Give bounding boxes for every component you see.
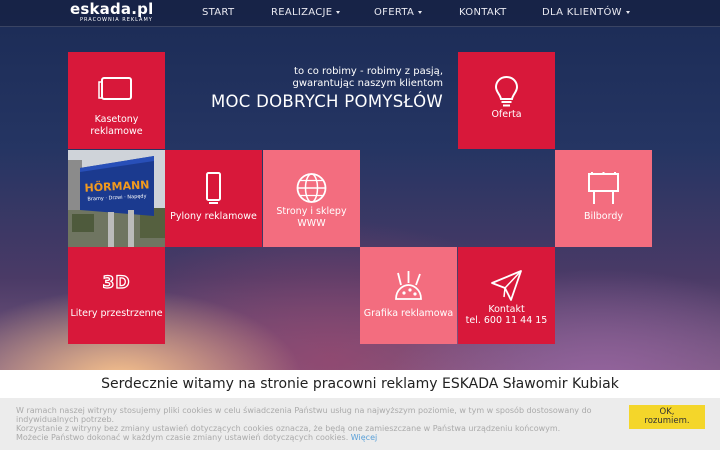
tile-litery-label: Litery przestrzenne (70, 308, 163, 319)
nav-dla-klientow[interactable]: DLA KLIENTÓW (542, 0, 630, 26)
globe-icon (296, 173, 327, 203)
tile-bilbordy[interactable]: Bilbordy (555, 150, 652, 247)
cookie-text: W ramach naszej witryny stosujemy pliki … (16, 406, 616, 442)
hero-banner: eskada.pl PRACOWNIA REKLAMY START REALIZ… (0, 0, 720, 370)
nav-realizacje[interactable]: REALIZACJE (271, 0, 341, 26)
graphic-design-icon (395, 271, 422, 300)
tagline-line-1: to co robimy - robimy z pasją, (294, 66, 443, 77)
cookie-accept-line-2: rozumiem. (644, 416, 690, 426)
site-logo[interactable]: eskada.pl PRACOWNIA REKLAMY (70, 0, 154, 24)
tile-litery[interactable]: 3D Litery przestrzenne (68, 247, 165, 344)
tile-kasetony-label: Kasetony reklamowe (90, 114, 143, 137)
cookie-line-1: W ramach naszej witryny stosujemy pliki … (16, 406, 592, 424)
cookie-more-link[interactable]: Więcej (351, 433, 377, 442)
tile-strony[interactable]: Strony i sklepy WWW (263, 150, 360, 247)
caret-down-icon (625, 10, 630, 14)
welcome-heading: Serdecznie witamy na stronie pracowni re… (0, 370, 720, 400)
tile-pylony-label: Pylony reklamowe (170, 211, 257, 222)
nav-dla-klientow-label: DLA KLIENTÓW (542, 7, 622, 18)
pylon-icon (206, 172, 221, 204)
tile-strony-label: Strony i sklepy WWW (276, 206, 347, 229)
cookie-line-3: Możecie Państwo dokonać w każdym czasie … (16, 433, 349, 442)
tile-oferta[interactable]: Oferta (458, 52, 555, 149)
hero-tagline: to co robimy - robimy z pasją, gwarantuj… (200, 66, 443, 90)
nav-kontakt-label: KONTAKT (459, 7, 507, 18)
logo-text: eskada.pl (70, 0, 154, 18)
lightbox-icon (98, 77, 132, 100)
tagline-line-2: gwarantując naszym klientom (292, 78, 443, 89)
caret-down-icon (418, 10, 423, 14)
cookie-banner: W ramach naszej witryny stosujemy pliki … (0, 398, 720, 450)
3d-letters-icon: 3D (102, 272, 131, 293)
top-navbar: eskada.pl PRACOWNIA REKLAMY START REALIZ… (0, 0, 720, 27)
billboard-icon (588, 172, 619, 204)
tile-kontakt[interactable]: Kontakt tel. 600 11 44 15 (458, 247, 555, 344)
cookie-line-2: Korzystanie z witryny bez zmiany ustawie… (16, 424, 561, 433)
tile-kasetony[interactable]: Kasetony reklamowe (68, 52, 165, 149)
tile-oferta-label: Oferta (491, 109, 522, 120)
tile-bilbordy-label: Bilbordy (583, 211, 624, 222)
paper-plane-icon (491, 270, 522, 301)
tile-kontakt-phone: tel. 600 11 44 15 (465, 315, 548, 326)
logo-subtitle: PRACOWNIA REKLAMY (80, 17, 153, 23)
hero-headline: MOC DOBRYCH POMYSŁÓW (210, 92, 443, 111)
cookie-accept-button[interactable]: OK, rozumiem. (629, 405, 705, 429)
nav-oferta[interactable]: OFERTA (374, 0, 423, 26)
nav-start-label: START (202, 7, 235, 18)
tile-grafika[interactable]: Grafika reklamowa (360, 247, 457, 344)
lightbulb-icon (494, 75, 519, 107)
nav-realizacje-label: REALIZACJE (271, 7, 333, 18)
caret-down-icon (336, 10, 341, 14)
pylon-photo: HÖRMANN Bramy · Drzwi · Napędy (68, 150, 165, 247)
nav-start[interactable]: START (202, 0, 234, 26)
nav-kontakt[interactable]: KONTAKT (459, 0, 507, 26)
nav-oferta-label: OFERTA (374, 7, 415, 18)
tile-pylony[interactable]: Pylony reklamowe (165, 150, 262, 247)
tile-grafika-label: Grafika reklamowa (363, 308, 454, 319)
